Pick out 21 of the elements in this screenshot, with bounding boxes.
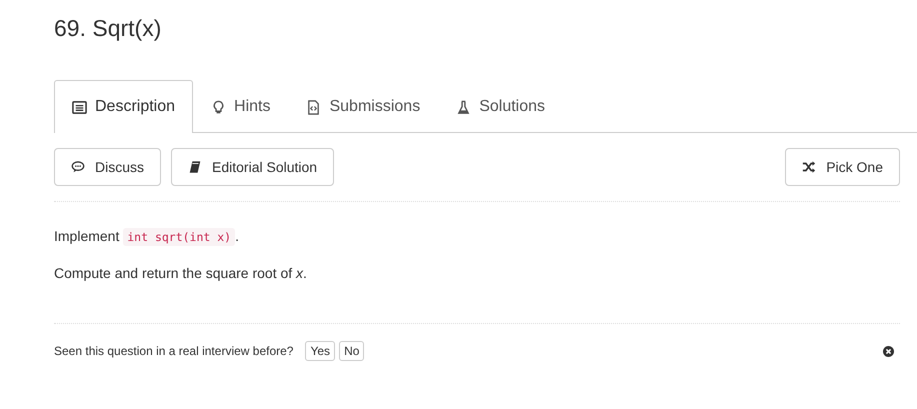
flask-icon [456,100,472,114]
problem-title: 69. Sqrt(x) [54,14,162,43]
file-code-icon [306,100,322,114]
tab[interactable]: Description [54,80,194,133]
description-paragraph: Compute and return the square root of x. [54,264,308,283]
speech-bubble-icon [71,160,85,174]
answer-button[interactable]: No [339,341,364,361]
tab[interactable]: Submissions [288,80,438,133]
shuffle-icon [802,160,816,174]
list-icon [72,100,87,114]
book-icon [188,160,202,174]
action-button[interactable]: Discuss [54,148,162,186]
tab[interactable]: Solutions [438,80,564,133]
pick-one-button[interactable]: Pick One [785,148,900,186]
feedback-question: Seen this question in a real interview before? [54,344,294,358]
description-paragraph: Implement int sqrt(int x) . [54,227,240,247]
answer-button[interactable]: Yes [305,341,336,361]
lightbulb-icon [211,100,226,114]
close-icon[interactable] [883,346,894,356]
action-button[interactable]: Editorial Solution [171,148,334,186]
tab[interactable]: Hints [193,80,288,133]
